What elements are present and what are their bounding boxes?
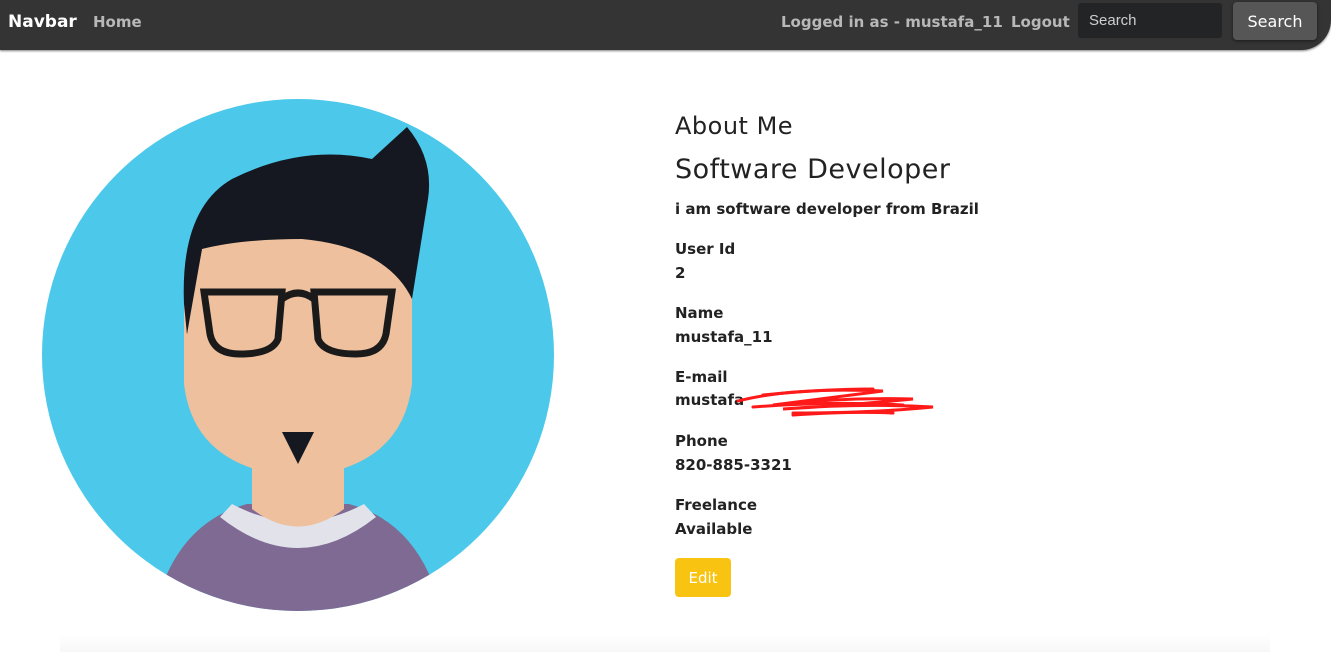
search-button[interactable]: Search <box>1233 2 1317 40</box>
user-id-label: User Id <box>675 240 736 258</box>
about-heading: About Me <box>675 112 794 140</box>
edit-button[interactable]: Edit <box>675 558 731 597</box>
logout-link[interactable]: Logout <box>1011 13 1070 31</box>
user-id-value: 2 <box>675 264 686 282</box>
phone-value: 820-885-3321 <box>675 456 792 474</box>
search-input[interactable] <box>1078 3 1222 38</box>
navbar-brand[interactable]: Navbar <box>8 12 77 32</box>
bio-text: i am software developer from Brazil <box>675 200 979 218</box>
freelance-value: Available <box>675 520 753 538</box>
man-with-glasses-avatar-icon <box>42 99 554 611</box>
role-title: Software Developer <box>675 154 951 185</box>
logged-in-status: Logged in as - mustafa_11 <box>781 13 1003 31</box>
name-value: mustafa_11 <box>675 328 773 346</box>
navbar: Navbar Home Logged in as - mustafa_11 Lo… <box>0 0 1331 50</box>
name-label: Name <box>675 304 724 322</box>
card-bottom-shadow <box>60 634 1270 652</box>
redaction-scribble <box>736 387 934 417</box>
email-value-container: mustafa <box>675 387 935 421</box>
nav-link-home[interactable]: Home <box>93 13 142 31</box>
freelance-label: Freelance <box>675 496 758 514</box>
phone-label: Phone <box>675 432 728 450</box>
email-label: E-mail <box>675 368 728 386</box>
